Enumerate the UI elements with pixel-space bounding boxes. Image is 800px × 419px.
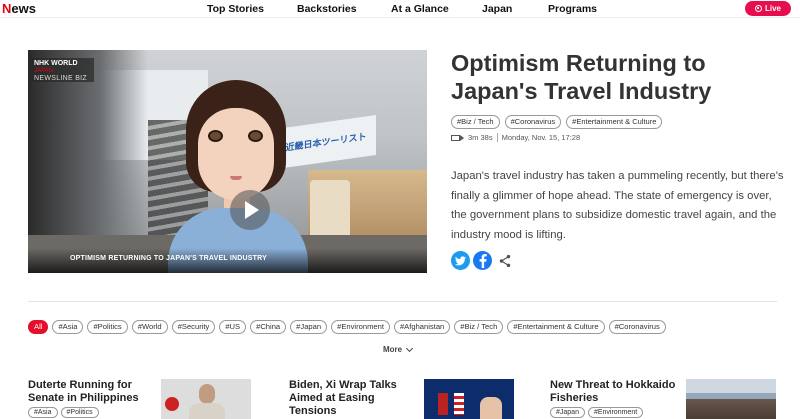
topic-filters: All #Asia #Politics #World #Security #US…: [28, 320, 666, 334]
article-title: Optimism Returning to Japan's Travel Ind…: [451, 50, 712, 104]
story-title: New Threat to Hokkaido Fisheries: [550, 379, 676, 404]
meta-divider: [496, 133, 498, 142]
share-icon[interactable]: [498, 254, 512, 268]
story-tag[interactable]: #Environment: [587, 407, 644, 418]
filter-japan[interactable]: #Japan: [290, 320, 328, 334]
header: News Top Stories Backstories At a Glance…: [0, 0, 800, 18]
story-tag[interactable]: #Japan: [550, 407, 585, 418]
presenter-avatar: [158, 80, 318, 273]
program-name: NEWSLINE BIZ: [34, 75, 87, 82]
filter-us[interactable]: #US: [219, 320, 247, 334]
nav-at-a-glance[interactable]: At a Glance: [391, 0, 449, 18]
article-tag-entertainment-culture[interactable]: #Entertainment & Culture: [566, 115, 663, 129]
story-card[interactable]: New Threat to Hokkaido Fisheries #Japan …: [550, 379, 680, 418]
filter-china[interactable]: #China: [250, 320, 287, 334]
video-caption: OPTIMISM RETURNING TO JAPAN'S TRAVEL IND…: [28, 248, 427, 273]
filter-entertainment-culture[interactable]: #Entertainment & Culture: [507, 320, 605, 334]
story-thumbnail[interactable]: [686, 379, 776, 419]
filter-asia[interactable]: #Asia: [52, 320, 84, 334]
more-button[interactable]: More: [383, 344, 414, 354]
video-thumbnail: 近畿日本ツーリスト: [28, 50, 427, 273]
share-bar: [451, 251, 512, 270]
article-summary: Japan's travel industry has taken a pumm…: [451, 170, 784, 241]
article-tag-biz-tech[interactable]: #Biz / Tech: [451, 115, 500, 129]
logo-mark: N: [2, 1, 12, 16]
article-tag-coronavirus[interactable]: #Coronavirus: [504, 115, 562, 129]
channel-logo: NHK WORLD JAPAN NEWSLINE BIZ: [30, 58, 94, 82]
video-duration: 3m 38s: [468, 133, 493, 142]
filter-all[interactable]: All: [28, 320, 49, 334]
nav-programs[interactable]: Programs: [548, 0, 597, 18]
more-label: More: [383, 345, 403, 354]
nav-top-stories[interactable]: Top Stories: [207, 0, 264, 18]
publish-date: Monday, Nov. 15, 17:28: [501, 133, 581, 142]
live-icon: [754, 5, 762, 12]
chevron-down-icon: [406, 344, 414, 352]
story-title: Duterte Running for Senate in Philippine…: [28, 379, 139, 404]
filter-afghanistan[interactable]: #Afghanistan: [393, 320, 451, 334]
section-divider: [28, 301, 777, 302]
channel-brand: NHK WORLD: [34, 60, 78, 67]
story-tag[interactable]: #Asia: [28, 407, 58, 418]
filter-biz-tech[interactable]: #Biz / Tech: [454, 320, 504, 334]
video-camera-icon: [451, 134, 464, 141]
logo-text: ews: [11, 1, 36, 16]
story-thumbnail[interactable]: [161, 379, 251, 419]
play-icon[interactable]: [230, 190, 270, 230]
nav-backstories[interactable]: Backstories: [297, 0, 357, 18]
site-logo[interactable]: News: [2, 0, 36, 18]
video-caption-text: OPTIMISM RETURNING TO JAPAN'S TRAVEL IND…: [70, 255, 267, 262]
filter-environment[interactable]: #Environment: [331, 320, 390, 334]
article-meta: 3m 38s Monday, Nov. 15, 17:28: [451, 133, 580, 142]
filter-politics[interactable]: #Politics: [87, 320, 128, 334]
story-tag[interactable]: #Politics: [60, 407, 99, 418]
story-card[interactable]: Biden, Xi Wrap Talks Aimed at Easing Ten…: [289, 379, 419, 418]
filter-world[interactable]: #World: [131, 320, 168, 334]
nav-japan[interactable]: Japan: [482, 0, 512, 18]
live-button[interactable]: Live: [745, 1, 791, 16]
live-label: Live: [764, 4, 781, 13]
filter-security[interactable]: #Security: [171, 320, 216, 334]
article-tags: #Biz / Tech #Coronavirus #Entertainment …: [451, 115, 663, 129]
filter-coronavirus[interactable]: #Coronavirus: [608, 320, 666, 334]
story-thumbnail[interactable]: [424, 379, 514, 419]
twitter-icon[interactable]: [451, 251, 470, 270]
story-title: Biden, Xi Wrap Talks Aimed at Easing Ten…: [289, 379, 397, 417]
video-player[interactable]: 近畿日本ツーリスト NHK WORLD JAPAN NEWSLINE BIZ O…: [28, 50, 427, 273]
facebook-icon[interactable]: [473, 251, 492, 270]
story-card[interactable]: Duterte Running for Senate in Philippine…: [28, 379, 158, 418]
